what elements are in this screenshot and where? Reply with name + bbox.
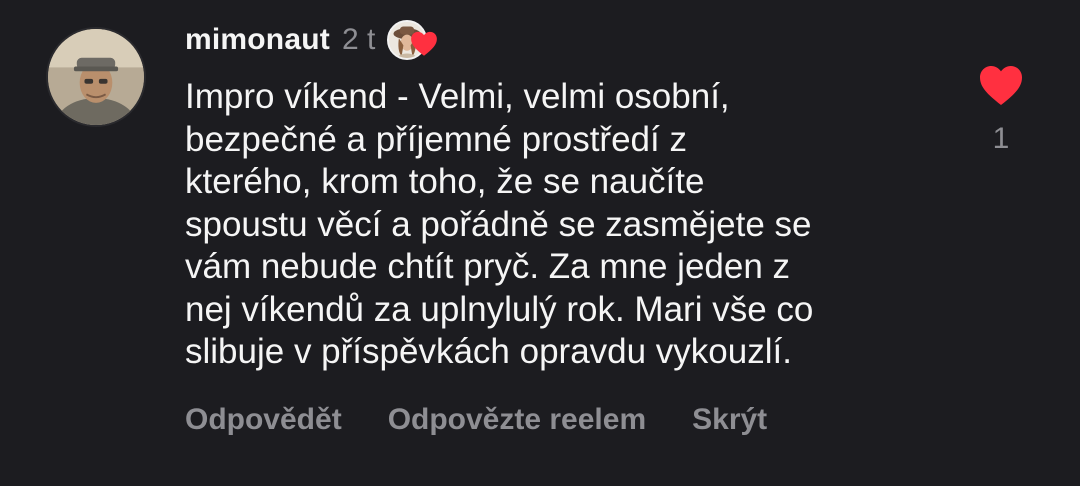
reply-with-reel-button[interactable]: Odpovězte reelem — [388, 403, 646, 437]
comment-text: Impro víkend - Velmi, velmi osobní, bezp… — [185, 77, 814, 371]
avatar[interactable] — [46, 27, 146, 127]
author-liked-indicator — [387, 20, 438, 60]
comment: mimonaut 2 t Impro víkend - Velmi, velmi… — [0, 0, 1080, 486]
heart-filled-icon — [980, 66, 1022, 105]
username[interactable]: mimonaut — [185, 23, 330, 57]
like-count[interactable]: 1 — [977, 122, 1025, 156]
comment-actions: Odpovědět Odpovězte reelem Skrýt — [185, 398, 813, 442]
heart-filled-icon — [411, 31, 438, 56]
hide-button[interactable]: Skrýt — [692, 403, 767, 437]
like-button[interactable] — [977, 62, 1025, 108]
user-avatar-image — [48, 29, 144, 125]
timestamp: 2 t — [341, 23, 376, 56]
comment-header: mimonaut 2 t — [185, 16, 438, 64]
reply-button[interactable]: Odpovědět — [185, 403, 342, 437]
